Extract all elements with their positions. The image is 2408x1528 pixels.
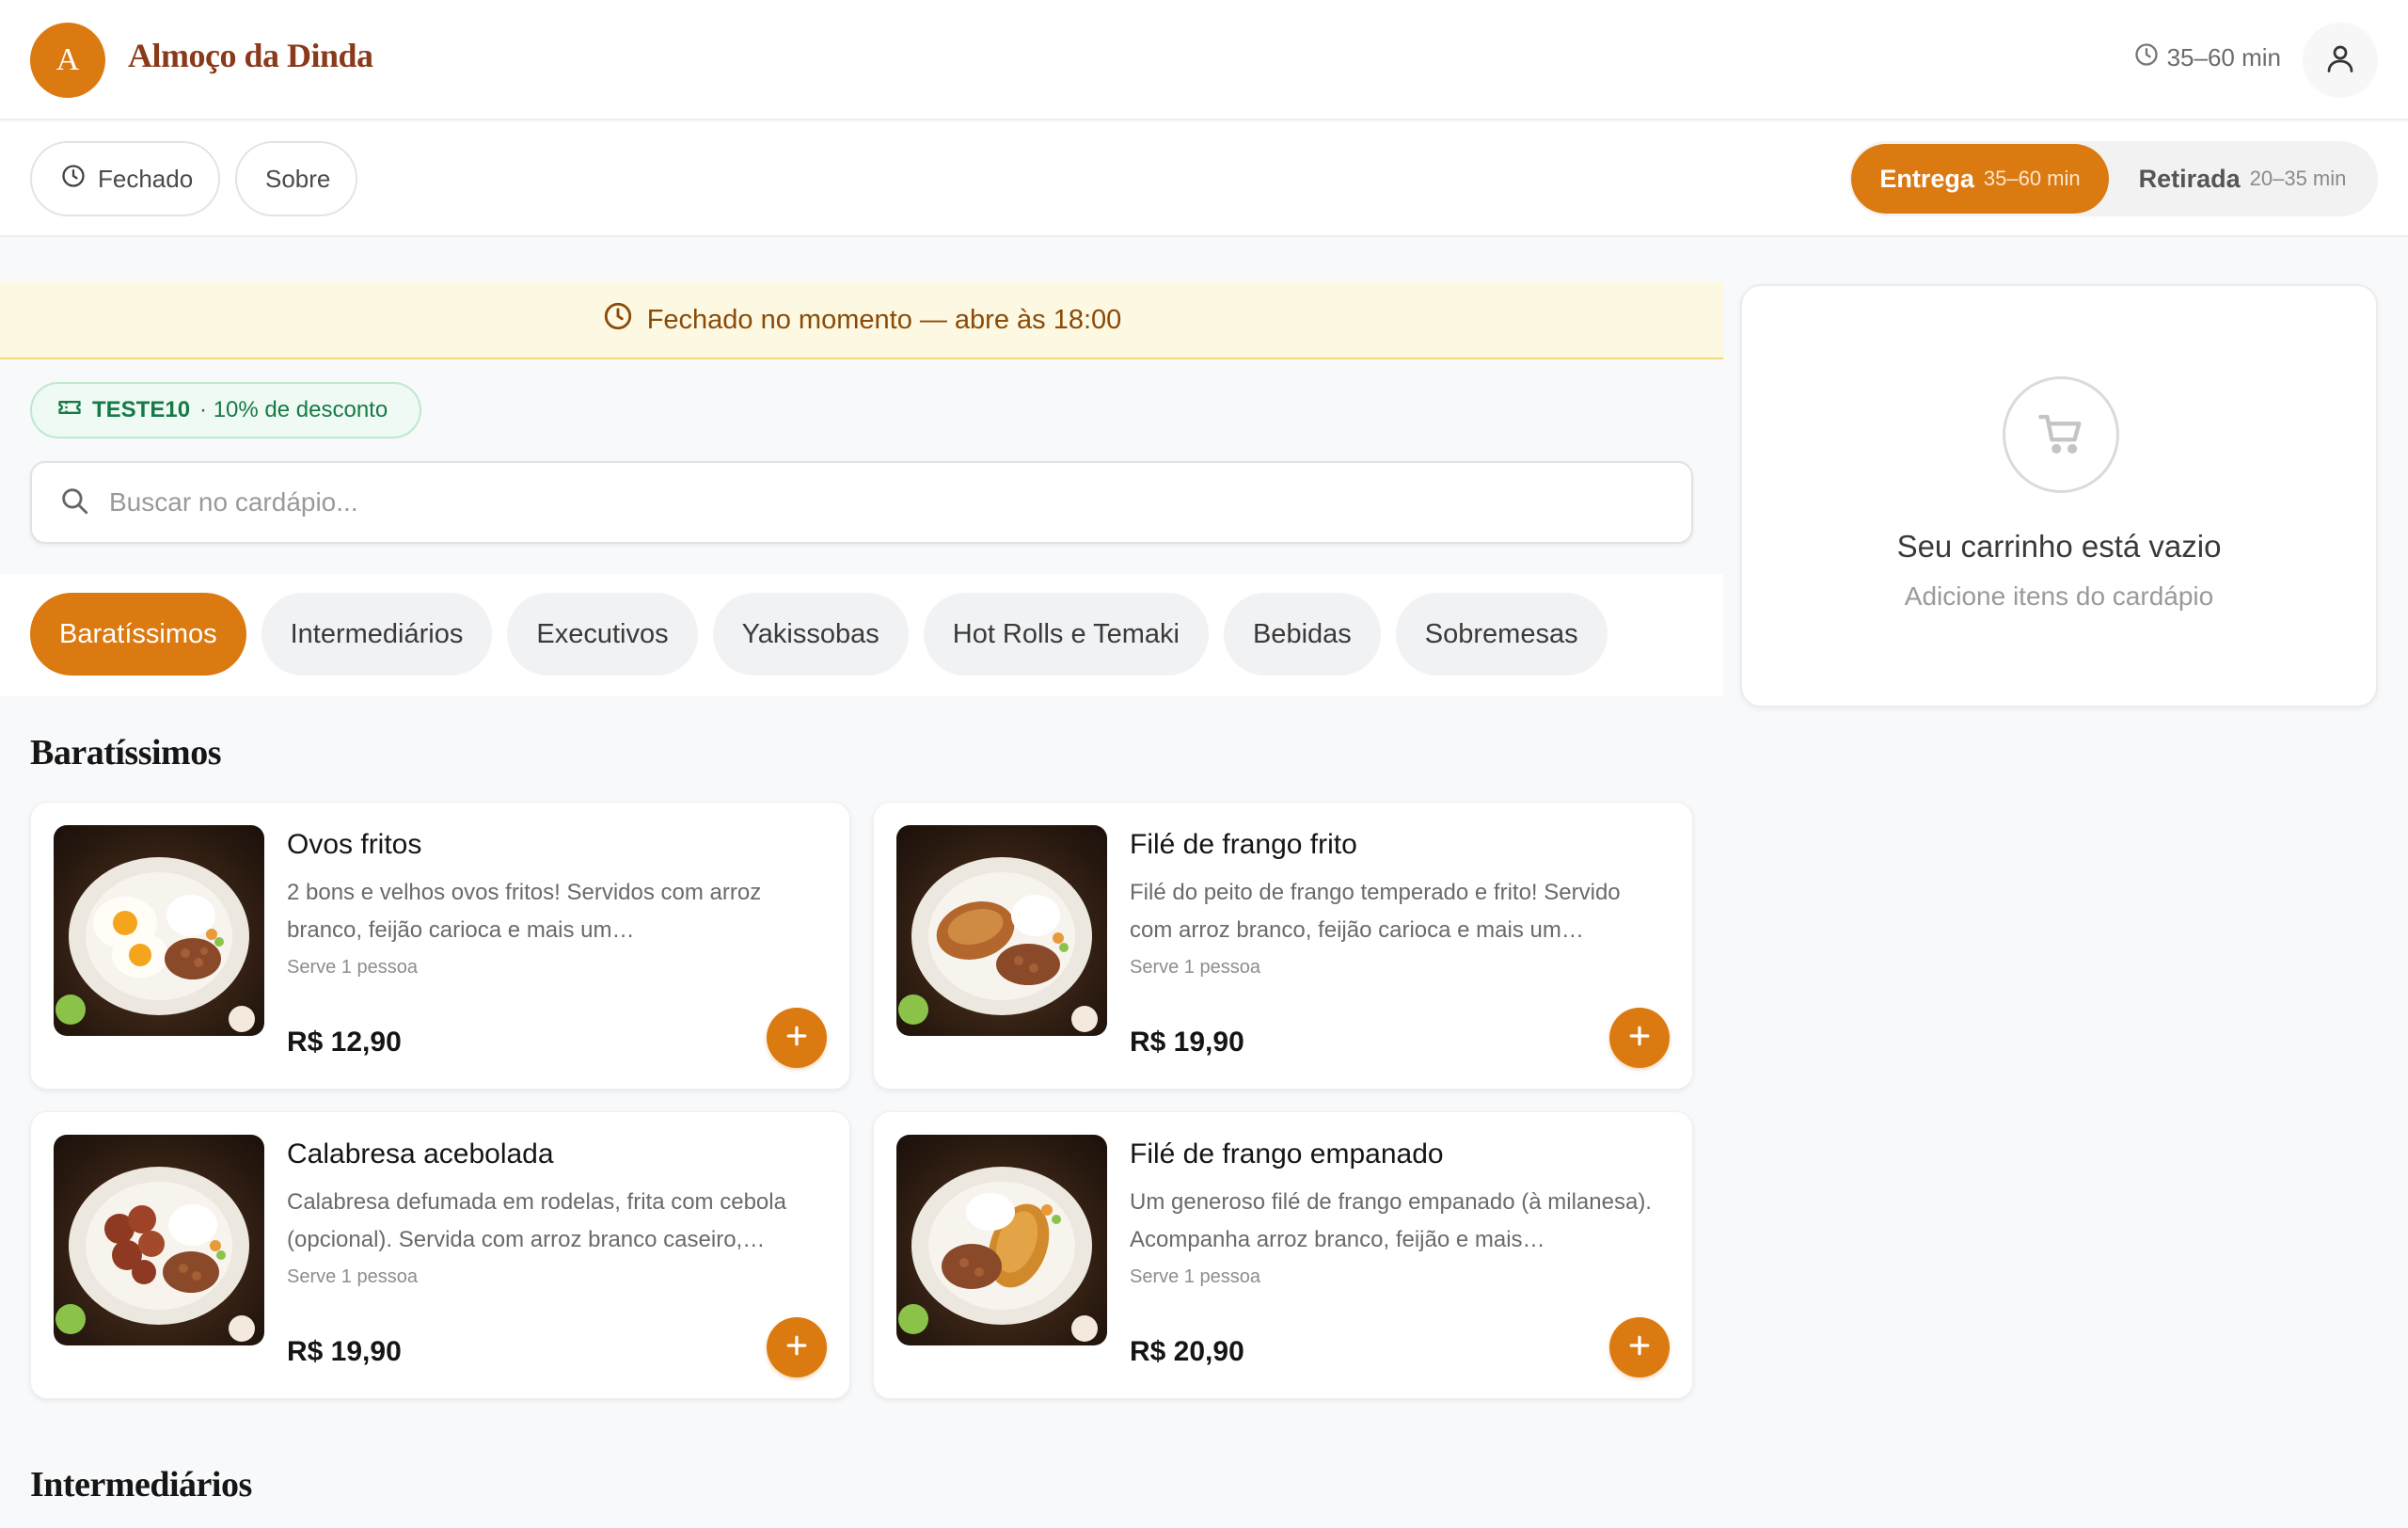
menu-item-name: Filé de frango frito (1130, 829, 1357, 860)
menu-item-name: Ovos fritos (287, 829, 422, 860)
closed-banner: Fechado no momento — abre às 18:00 (0, 282, 1723, 359)
user-account-button[interactable] (2303, 23, 2378, 98)
delivery-label: Entrega (1879, 164, 1974, 193)
clock-icon (60, 163, 87, 196)
menu-item-description: 2 bons e velhos ovos fritos! Servidos co… (287, 880, 762, 943)
coupon-code: TESTE10 (92, 397, 191, 422)
cart-icon (2034, 406, 2088, 465)
cart-empty-title: Seu carrinho está vazio (1896, 529, 2222, 564)
category-tab-bebidas[interactable]: Bebidas (1223, 593, 1381, 676)
brand-name[interactable]: Almoço da Dinda (128, 36, 373, 75)
coupon-badge[interactable]: TESTE10 · 10% de desconto (30, 382, 421, 438)
menu-item-serves: Serve 1 pessoa (287, 1266, 418, 1287)
category-tabs-bar: Baratíssimos Intermediários Executivos Y… (0, 574, 1723, 696)
about-button[interactable]: Sobre (235, 141, 357, 216)
clock-icon (602, 300, 634, 340)
brand-logo[interactable]: A (30, 23, 105, 98)
closed-banner-text: Fechado no momento — abre às 18:00 (646, 304, 1122, 335)
menu-item-description: Calabresa defumada em rodelas, frita com… (287, 1189, 786, 1252)
menu-item-description: Filé do peito de frango temperado e frit… (1130, 880, 1621, 943)
menu-item-price: R$ 20,90 (1130, 1336, 1244, 1367)
header-eta: 35–60 min (2133, 41, 2281, 74)
dish-photo (896, 1135, 1107, 1345)
plus-icon (783, 1022, 811, 1055)
cart-panel: Seu carrinho está vazio Adicione itens d… (1740, 284, 2378, 708)
header-eta-text: 35–60 min (2166, 43, 2281, 72)
user-icon (2323, 41, 2357, 80)
ticket-icon (56, 394, 83, 427)
add-to-cart-button[interactable] (767, 1008, 827, 1068)
category-tab-intermediarios[interactable]: Intermediários (261, 593, 493, 676)
dish-photo (54, 825, 264, 1036)
menu-item-serves: Serve 1 pessoa (287, 957, 418, 978)
menu-item-description: Um generoso filé de frango empanado (à m… (1130, 1189, 1652, 1252)
menu-item-card[interactable]: Calabresa acebolada Calabresa defumada e… (30, 1111, 850, 1399)
store-subbar: Fechado Sobre Entrega 35–60 min Retirada… (0, 122, 2408, 237)
section-title-baratissimos: Baratíssimos (30, 733, 222, 772)
store-status-button[interactable]: Fechado (30, 141, 220, 216)
coupon-text: · 10% de desconto (199, 397, 388, 422)
search-icon (58, 485, 90, 521)
add-to-cart-button[interactable] (1609, 1008, 1670, 1068)
plus-icon (783, 1331, 811, 1364)
category-tab-baratissimos[interactable]: Baratíssimos (30, 593, 246, 676)
pickup-label: Retirada (2138, 164, 2241, 193)
category-tab-executivos[interactable]: Executivos (507, 593, 698, 676)
menu-item-name: Calabresa acebolada (287, 1138, 554, 1170)
menu-item-name: Filé de frango empanado (1130, 1138, 1444, 1170)
menu-item-card[interactable]: Filé de frango empanado Um generoso filé… (873, 1111, 1693, 1399)
category-tab-sobremesas[interactable]: Sobremesas (1395, 593, 1608, 676)
dish-photo (896, 825, 1107, 1036)
menu-item-price: R$ 12,90 (287, 1027, 402, 1058)
delivery-option[interactable]: Entrega 35–60 min (1851, 144, 2109, 214)
cart-icon-circle (2003, 376, 2119, 493)
about-label: Sobre (265, 164, 331, 193)
menu-search (30, 461, 1693, 544)
delivery-eta: 35–60 min (1983, 167, 2081, 190)
store-status-label: Fechado (98, 164, 194, 193)
pickup-eta: 20–35 min (2249, 167, 2347, 190)
menu-item-price: R$ 19,90 (1130, 1027, 1244, 1058)
top-header: A Almoço da Dinda 35–60 min (0, 0, 2408, 120)
menu-item-card[interactable]: Filé de frango frito Filé do peito de fr… (873, 802, 1693, 1090)
category-tab-yakissobas[interactable]: Yakissobas (712, 593, 909, 676)
menu-item-card[interactable]: Ovos fritos 2 bons e velhos ovos fritos!… (30, 802, 850, 1090)
cart-empty-subtitle: Adicione itens do cardápio (1904, 581, 2214, 611)
clock-icon (2133, 41, 2160, 74)
section-title-intermediarios: Intermediários (30, 1465, 252, 1504)
menu-item-serves: Serve 1 pessoa (1130, 1266, 1260, 1287)
search-input[interactable] (109, 487, 1614, 517)
add-to-cart-button[interactable] (1609, 1317, 1670, 1377)
logo-letter: A (55, 42, 80, 77)
pickup-option[interactable]: Retirada 20–35 min (2109, 144, 2376, 214)
plus-icon (1625, 1022, 1654, 1055)
delivery-mode-toggle: Entrega 35–60 min Retirada 20–35 min (1849, 141, 2378, 216)
category-tab-hot-rolls-temaki[interactable]: Hot Rolls e Temaki (923, 593, 1209, 676)
menu-item-serves: Serve 1 pessoa (1130, 957, 1260, 978)
add-to-cart-button[interactable] (767, 1317, 827, 1377)
menu-item-price: R$ 19,90 (287, 1336, 402, 1367)
plus-icon (1625, 1331, 1654, 1364)
dish-photo (54, 1135, 264, 1345)
